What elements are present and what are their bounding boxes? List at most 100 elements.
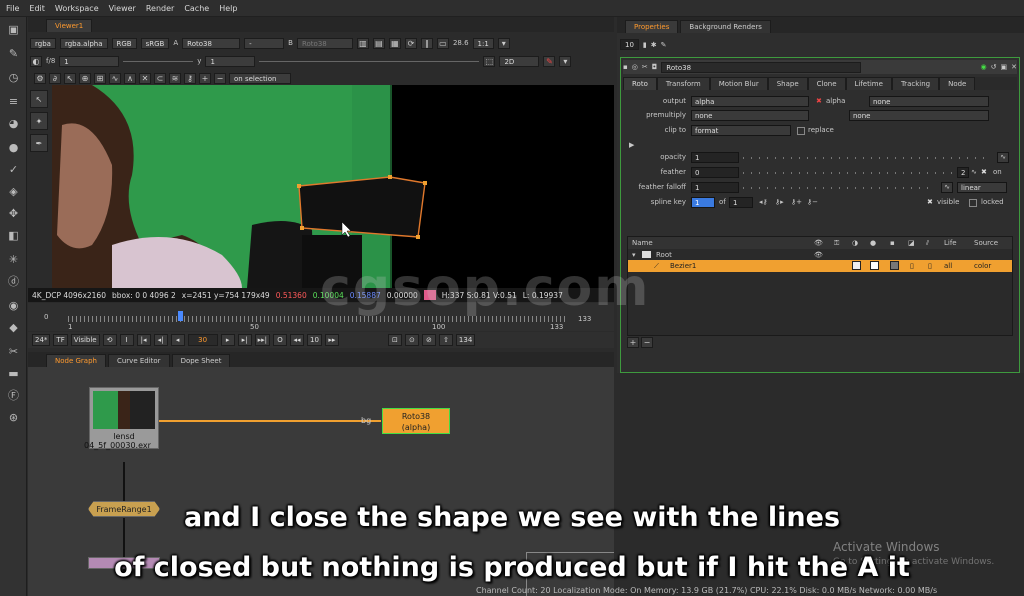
fps-dropdown[interactable]: 24* — [32, 334, 51, 346]
col-color-icon[interactable]: ● — [870, 239, 876, 247]
expand-arrow-icon[interactable]: ▶ — [629, 141, 634, 149]
colorspace-dropdown[interactable]: RGB — [111, 37, 137, 49]
tab-node-graph[interactable]: Node Graph — [46, 354, 106, 367]
falloff-curve-icon[interactable]: ∿ — [941, 182, 953, 193]
alpha-checkbox[interactable]: ✖ — [816, 97, 822, 105]
node-revert-icon[interactable]: ↺ — [991, 63, 997, 71]
cusp-icon[interactable]: ∧ — [124, 72, 136, 84]
channel-tool-icon[interactable]: ≡ — [7, 95, 20, 108]
menu-viewer[interactable]: Viewer — [109, 4, 136, 13]
del-key-icon[interactable]: − — [214, 72, 226, 84]
tf-dropdown[interactable]: TF — [53, 334, 68, 346]
menu-help[interactable]: Help — [219, 4, 237, 13]
deep-tool-icon[interactable]: ⓓ — [7, 275, 20, 288]
replace-checkbox[interactable] — [797, 127, 805, 135]
opacity-curve-icon[interactable]: ∿ — [997, 152, 1009, 163]
subtab-motion-blur[interactable]: Motion Blur — [709, 77, 768, 90]
max-panels-field[interactable]: 10 — [620, 39, 639, 50]
root-eye-icon[interactable]: 👁 — [814, 251, 823, 259]
spline-total-field[interactable]: 1 — [729, 197, 753, 208]
col-source[interactable]: Source — [974, 239, 998, 247]
opacity-slider[interactable] — [743, 157, 991, 159]
col-motion-icon[interactable]: ⫽ — [926, 239, 929, 248]
opacity-field[interactable]: 1 — [691, 152, 739, 163]
tab-curve-editor[interactable]: Curve Editor — [107, 354, 170, 367]
furnace-tool-icon[interactable]: Ⓕ — [7, 389, 20, 402]
col-eye-icon[interactable]: 👁 — [814, 239, 823, 247]
float-panel-icon[interactable]: ✱ — [651, 41, 657, 49]
add-curve-button[interactable]: + — [627, 337, 639, 348]
roi-icon[interactable]: ▭ — [436, 37, 449, 49]
bezier-tool-icon[interactable]: ✒ — [30, 134, 48, 152]
ripple-icon[interactable]: ≋ — [169, 72, 181, 84]
composite-dropdown[interactable]: - — [244, 37, 285, 49]
step-field[interactable]: 10 — [307, 334, 322, 346]
bezier-motion-icon[interactable]: ▯ — [928, 262, 932, 270]
open-close-icon[interactable]: ⊂ — [154, 72, 166, 84]
last-frame-icon[interactable]: ▸▸| — [254, 334, 270, 346]
output-mask-dropdown[interactable]: none — [869, 96, 989, 107]
node-lock-icon[interactable]: ◉ — [981, 63, 987, 71]
feather-on-check-icon[interactable]: ✖ — [981, 168, 987, 176]
read-node[interactable]: lensd — [89, 387, 159, 449]
play-back-icon[interactable]: ◂ — [170, 334, 185, 346]
settings-icon[interactable]: ⚙ — [34, 72, 46, 84]
menu-edit[interactable]: Edit — [29, 4, 45, 13]
zoom-dropdown[interactable]: 1:1 — [472, 37, 494, 49]
feather-field[interactable]: 0 — [691, 167, 739, 178]
options-icon[interactable]: ▾ — [559, 55, 572, 67]
scissors-icon[interactable]: ✂ — [642, 63, 648, 71]
lut-dropdown[interactable]: sRGB — [140, 37, 170, 49]
first-frame-icon[interactable]: |◂ — [136, 334, 151, 346]
bezier-color-box[interactable] — [870, 261, 879, 270]
toolsets-tool-icon[interactable]: ✂ — [7, 345, 20, 358]
particles-tool-icon[interactable]: ✳ — [7, 253, 20, 266]
transform-tool-icon[interactable]: ✥ — [7, 207, 20, 220]
channels-dropdown[interactable]: rgba — [30, 37, 56, 49]
loop-icon[interactable]: ⊡ — [387, 334, 402, 346]
col-lock-icon[interactable]: ⚿ — [834, 239, 839, 248]
prev-key-icon[interactable]: ◂| — [153, 334, 168, 346]
visible-dropdown[interactable]: Visible — [70, 334, 100, 346]
premultiply-dropdown[interactable]: none — [691, 110, 809, 121]
color-tool-icon[interactable]: ◕ — [7, 117, 20, 130]
tree-root-row[interactable]: ▾ Root 👁 — [628, 249, 1012, 260]
col-life[interactable]: Life — [944, 239, 957, 247]
gamma-slider[interactable] — [259, 60, 480, 62]
a-input-dropdown[interactable]: Roto38 — [182, 37, 241, 49]
next-frame-icon[interactable]: ▸| — [237, 334, 252, 346]
subtab-transform[interactable]: Transform — [656, 77, 710, 90]
node-name-field[interactable]: Roto38 — [661, 61, 862, 73]
skip-forward-icon[interactable]: ▸▸ — [324, 334, 339, 346]
subtab-shape[interactable]: Shape — [767, 77, 808, 90]
subtab-node[interactable]: Node — [939, 77, 976, 90]
next-key-spline-icon[interactable]: ⚷▸ — [775, 198, 784, 206]
visible-check-icon[interactable]: ✖ — [927, 198, 933, 206]
output-dropdown[interactable]: alpha — [691, 96, 809, 107]
filter-tool-icon[interactable]: ● — [7, 141, 20, 154]
ofx-tool-icon[interactable]: ⊛ — [7, 411, 20, 424]
feather-n-field[interactable]: 2 — [957, 167, 969, 178]
viewer-icon[interactable]: ◎ — [632, 63, 638, 71]
menu-workspace[interactable]: Workspace — [55, 4, 99, 13]
view-mode-dropdown[interactable]: 2D — [499, 55, 540, 67]
refresh-icon[interactable]: ⟳ — [404, 37, 417, 49]
points-tool-icon[interactable]: ✦ — [30, 112, 48, 130]
menu-render[interactable]: Render — [146, 4, 174, 13]
col-overlay-icon[interactable]: ▪ — [890, 239, 895, 247]
prev-key-spline-icon[interactable]: ◂⚷ — [759, 198, 768, 206]
remove-curve-button[interactable]: − — [641, 337, 653, 348]
point-icon[interactable]: ↖ — [64, 72, 76, 84]
key-icon[interactable]: ⚷ — [184, 72, 196, 84]
clear-panels-icon[interactable]: ▮ — [643, 41, 647, 49]
wipe-icon[interactable]: ▥ — [356, 37, 369, 49]
tab-properties[interactable]: Properties — [625, 20, 679, 33]
collapse-icon[interactable]: ▪ — [623, 63, 628, 71]
gain-slider[interactable] — [123, 60, 194, 62]
gamma-field[interactable]: 1 — [205, 55, 256, 67]
tab-dope-sheet[interactable]: Dope Sheet — [171, 354, 231, 367]
link-icon[interactable]: ∂ — [49, 72, 61, 84]
feather-icon[interactable]: ⊕ — [79, 72, 91, 84]
falloff-field[interactable]: 1 — [691, 182, 739, 193]
roi-select-icon[interactable]: ⬚ — [483, 55, 496, 67]
